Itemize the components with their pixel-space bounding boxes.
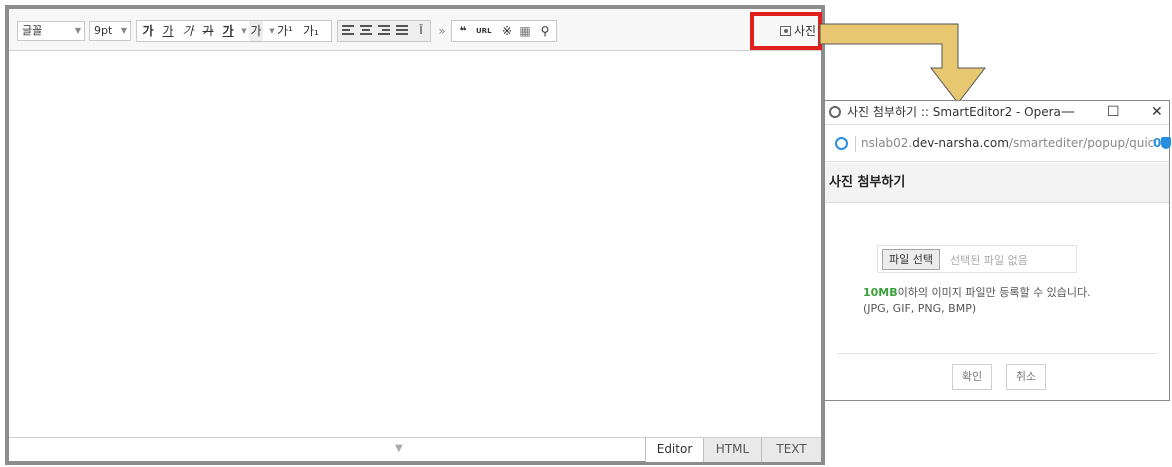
- opera-icon: [829, 106, 841, 118]
- italic-button[interactable]: 가: [181, 21, 195, 41]
- address-url[interactable]: nslab02.dev-narsha.com/smartediter/popup…: [861, 136, 1154, 150]
- popup-heading: 사진 첨부하기: [825, 163, 1169, 203]
- shield-icon[interactable]: [1161, 137, 1171, 149]
- maximize-button[interactable]: ☐: [1107, 101, 1120, 123]
- tab-html[interactable]: HTML: [703, 438, 761, 462]
- font-size-value: 9pt: [94, 24, 113, 37]
- divider: [855, 136, 856, 152]
- chevron-down-icon: ▼: [120, 26, 127, 35]
- upload-info: 10MB이하의 이미지 파일만 등록할 수 있습니다. (JPG, GIF, P…: [863, 285, 1091, 317]
- chevron-down-icon: ▼: [74, 26, 81, 35]
- choose-file-button[interactable]: 파일 선택: [882, 249, 940, 270]
- find-button[interactable]: ⚲: [538, 21, 552, 41]
- compass-icon: [835, 137, 848, 150]
- allowed-formats: (JPG, GIF, PNG, BMP): [863, 302, 977, 315]
- align-left-icon[interactable]: [342, 25, 354, 37]
- tab-editor[interactable]: Editor: [645, 438, 703, 462]
- file-input[interactable]: 파일 선택 선택된 파일 없음: [877, 245, 1077, 273]
- editor-toolbar: 글꼴 ▼ 9pt ▼ 가 가 가 가 가 ▼ 가 ▼ 가¹ 가₁ Ī » ❝ U…: [9, 9, 821, 51]
- align-justify-icon[interactable]: [396, 25, 408, 37]
- insert-group: ❝ URL ※ ▦ ⚲: [451, 20, 557, 42]
- line-height-icon[interactable]: Ī: [414, 21, 428, 41]
- close-button[interactable]: ✕: [1151, 101, 1163, 123]
- more-button[interactable]: »: [435, 21, 449, 41]
- subscript-button[interactable]: 가₁: [303, 21, 319, 41]
- tab-text[interactable]: TEXT: [761, 438, 821, 462]
- address-bar[interactable]: nslab02.dev-narsha.com/smartediter/popup…: [825, 126, 1171, 162]
- align-right-icon[interactable]: [378, 25, 390, 37]
- minimize-button[interactable]: —: [1061, 101, 1075, 123]
- strikethrough-button[interactable]: 가: [201, 21, 215, 41]
- superscript-button[interactable]: 가¹: [277, 21, 293, 41]
- quote-button[interactable]: ❝: [456, 21, 470, 41]
- photo-attach-popup: 사진 첨부하기 :: SmartEditor2 - Opera — ☐ ✕ ns…: [824, 100, 1171, 401]
- popup-titlebar: 사진 첨부하기 :: SmartEditor2 - Opera — ☐ ✕: [825, 101, 1169, 125]
- align-center-icon[interactable]: [360, 25, 372, 37]
- editor-bottom-bar: ▼ Editor HTML TEXT: [9, 437, 821, 462]
- cancel-button[interactable]: 취소: [1006, 364, 1046, 390]
- url-button[interactable]: URL: [476, 21, 492, 41]
- table-button[interactable]: ▦: [518, 21, 532, 41]
- editor-content-area[interactable]: [9, 52, 821, 437]
- text-format-group: 가 가 가 가 가 ▼ 가 ▼ 가¹ 가₁: [136, 20, 332, 42]
- smart-editor: 글꼴 ▼ 9pt ▼ 가 가 가 가 가 ▼ 가 ▼ 가¹ 가₁ Ī » ❝ U…: [5, 5, 825, 465]
- font-size-select[interactable]: 9pt ▼: [89, 21, 131, 41]
- special-char-button[interactable]: ※: [500, 21, 514, 41]
- bold-button[interactable]: 가: [141, 21, 155, 41]
- size-limit-text: 이하의 이미지 파일만 등록할 수 있습니다.: [897, 286, 1091, 299]
- photo-button-highlight: [750, 12, 822, 50]
- resize-grip-icon[interactable]: ▼: [395, 443, 403, 454]
- size-limit-bold: 10MB: [863, 286, 898, 299]
- confirm-button[interactable]: 확인: [952, 364, 992, 390]
- highlight-color-button[interactable]: 가: [249, 21, 263, 41]
- alignment-group: Ī: [337, 20, 431, 42]
- underline-button[interactable]: 가: [161, 21, 175, 41]
- font-family-value: 글꼴: [22, 24, 43, 37]
- no-file-label: 선택된 파일 없음: [950, 254, 1028, 267]
- font-color-button[interactable]: 가: [221, 21, 235, 41]
- font-family-select[interactable]: 글꼴 ▼: [17, 21, 85, 41]
- footer-divider: [837, 353, 1157, 354]
- window-title: 사진 첨부하기 :: SmartEditor2 - Opera: [847, 105, 1061, 119]
